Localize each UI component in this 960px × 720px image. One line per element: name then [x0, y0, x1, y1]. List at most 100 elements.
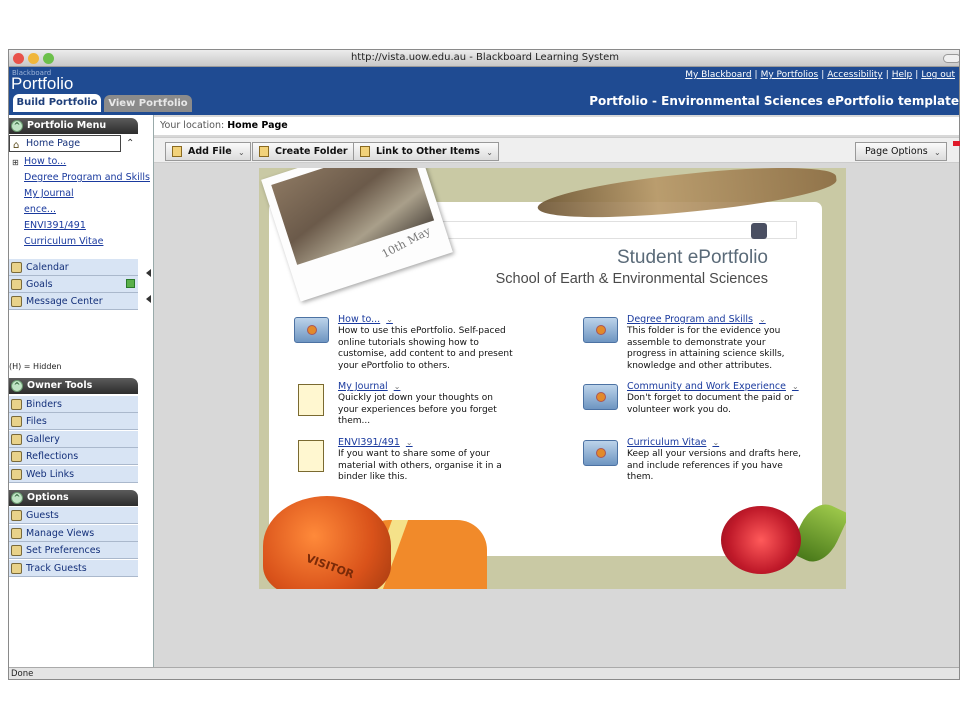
slide-marker	[953, 141, 960, 146]
gallery-icon	[11, 434, 22, 445]
folder-icon[interactable]	[294, 317, 329, 343]
hero-subtitle: School of Earth & Environmental Sciences	[495, 271, 768, 287]
sidebar-item-set-preferences[interactable]: Set Preferences	[9, 542, 138, 559]
tab-build-portfolio[interactable]: Build Portfolio	[13, 94, 101, 112]
entry-description: Don't forget to document the paid or vol…	[627, 393, 794, 415]
top-links: My Blackboard | My Portfolios | Accessibilit…	[685, 70, 955, 80]
binder-icon	[11, 399, 22, 410]
link-my-blackboard[interactable]: My Blackboard	[685, 70, 751, 80]
file-icon	[172, 146, 182, 157]
sidebar-item-home-page[interactable]: ⌂ Home Page ⌃	[9, 135, 134, 152]
sidebar-item-envi391[interactable]: ENVI391/491	[24, 220, 86, 231]
options-heading[interactable]: ^ Options	[9, 490, 138, 506]
sidebar-item-degree-program[interactable]: Degree Program and Skills	[24, 172, 150, 183]
folder-icon	[259, 146, 269, 157]
sidebar-item-my-journal[interactable]: My Journal	[24, 188, 74, 199]
chevron-down-icon[interactable]: ⌄	[792, 382, 799, 391]
waratah-flower-image	[721, 506, 801, 574]
link-accessibility[interactable]: Accessibility	[827, 70, 882, 80]
breadcrumb-current: Home Page	[227, 120, 288, 131]
sidebar-item-calendar[interactable]: Calendar	[9, 259, 138, 276]
hero-title: Student ePortfolio	[616, 247, 768, 268]
entry-description: This folder is for the evidence you asse…	[627, 326, 785, 371]
browser-window: http://vista.uow.edu.au - Blackboard Lea…	[8, 49, 960, 680]
content-toolbar: Add File ⌄ Create Folder Link to Other It…	[154, 137, 959, 163]
chevron-down-icon: ⌄	[486, 148, 493, 157]
window-title: http://vista.uow.edu.au - Blackboard Lea…	[350, 52, 620, 63]
goals-icon	[11, 279, 22, 290]
entry-link[interactable]: How to... ⌄	[338, 314, 393, 325]
sidebar-item-goals[interactable]: Goals	[9, 276, 138, 293]
field-trip-image	[271, 168, 435, 265]
collapse-menu-icon[interactable]: ⌃	[126, 136, 134, 151]
reflections-icon	[11, 451, 22, 462]
portfolio-menu-heading[interactable]: ^ Portfolio Menu	[9, 118, 138, 134]
hard-hat-image	[263, 496, 391, 589]
weblinks-icon	[11, 469, 22, 480]
message-icon	[11, 296, 22, 307]
link-icon	[360, 146, 370, 157]
link-help[interactable]: Help	[892, 70, 913, 80]
sidebar-item-guests[interactable]: Guests	[9, 507, 138, 524]
main-content: Your location: Home Page Add File ⌄ Creat…	[154, 115, 959, 667]
sidebar-item-manage-views[interactable]: Manage Views	[9, 525, 138, 542]
sidebar: ^ Portfolio Menu ⌂ Home Page ⌃ ⊞ How to..…	[9, 115, 154, 667]
breadcrumb: Your location: Home Page	[154, 117, 959, 135]
files-icon	[11, 416, 22, 427]
add-file-button[interactable]: Add File ⌄	[165, 142, 251, 161]
new-badge-icon	[126, 279, 135, 288]
sidebar-item-message-center[interactable]: Message Center	[9, 293, 138, 310]
hidden-legend: (H) = Hidden	[9, 362, 62, 371]
app-header: Blackboard Portfolio My Blackboard | My Po…	[9, 67, 959, 112]
link-log-out[interactable]: Log out	[921, 70, 955, 80]
entry-link[interactable]: Degree Program and Skills ⌄	[627, 314, 766, 325]
entry-link[interactable]: Curriculum Vitae ⌄	[627, 437, 719, 448]
sidebar-item-how-to[interactable]: How to...	[24, 156, 66, 167]
entry-description: If you want to share some of your materi…	[338, 449, 502, 482]
entry-link[interactable]: Community and Work Experience ⌄	[627, 381, 799, 392]
page-options-button[interactable]: Page Options ⌄	[855, 142, 947, 161]
collapse-icon: ^	[11, 120, 23, 132]
status-bar: Done	[9, 667, 959, 679]
settings-icon[interactable]	[751, 223, 767, 239]
sidebar-item-reflections[interactable]: Reflections	[9, 448, 138, 465]
sidebar-item-files[interactable]: Files	[9, 413, 138, 430]
expand-icon[interactable]: ⊞	[12, 158, 19, 167]
entry-description: Quickly jot down your thoughts on your e…	[338, 393, 497, 426]
toolbar-toggle-button[interactable]	[943, 54, 959, 63]
sidebar-item-web-links[interactable]: Web Links	[9, 466, 138, 483]
collapse-sidebar-icon[interactable]	[146, 269, 151, 277]
binder-icon[interactable]	[298, 440, 324, 472]
owner-tools-heading[interactable]: ^ Owner Tools	[9, 378, 138, 394]
link-my-portfolios[interactable]: My Portfolios	[761, 70, 819, 80]
folder-icon[interactable]	[583, 317, 618, 343]
guests-icon	[11, 510, 22, 521]
chevron-down-icon[interactable]: ⌄	[759, 315, 766, 324]
folder-icon[interactable]	[583, 440, 618, 466]
tab-view-portfolio[interactable]: View Portfolio	[104, 95, 192, 112]
track-icon	[11, 563, 22, 574]
chevron-down-icon: ⌄	[933, 148, 941, 157]
collapse-icon: ^	[11, 492, 23, 504]
views-icon	[11, 528, 22, 539]
link-other-items-button[interactable]: Link to Other Items ⌄	[353, 142, 499, 161]
sidebar-item-gallery[interactable]: Gallery	[9, 431, 138, 448]
sidebar-item-binders[interactable]: Binders	[9, 396, 138, 413]
create-folder-button[interactable]: Create Folder	[252, 142, 367, 161]
sidebar-item-cv[interactable]: Curriculum Vitae	[24, 236, 103, 247]
chevron-down-icon[interactable]: ⌄	[712, 438, 719, 447]
journal-icon[interactable]	[298, 384, 324, 416]
calendar-icon	[11, 262, 22, 273]
chevron-down-icon: ⌄	[238, 148, 245, 157]
collapse-sidebar-icon[interactable]	[146, 295, 151, 303]
entry-link[interactable]: My Journal ⌄	[338, 381, 400, 392]
preferences-icon	[11, 545, 22, 556]
entry-link[interactable]: ENVI391/491 ⌄	[338, 437, 413, 448]
chevron-down-icon[interactable]: ⌄	[394, 382, 401, 391]
sidebar-item-experience[interactable]: ence...	[24, 204, 56, 215]
folder-icon[interactable]	[583, 384, 618, 410]
sidebar-item-track-guests[interactable]: Track Guests	[9, 560, 138, 577]
title-bar: http://vista.uow.edu.au - Blackboard Lea…	[9, 50, 959, 67]
chevron-down-icon[interactable]: ⌄	[406, 438, 413, 447]
chevron-down-icon[interactable]: ⌄	[386, 315, 393, 324]
